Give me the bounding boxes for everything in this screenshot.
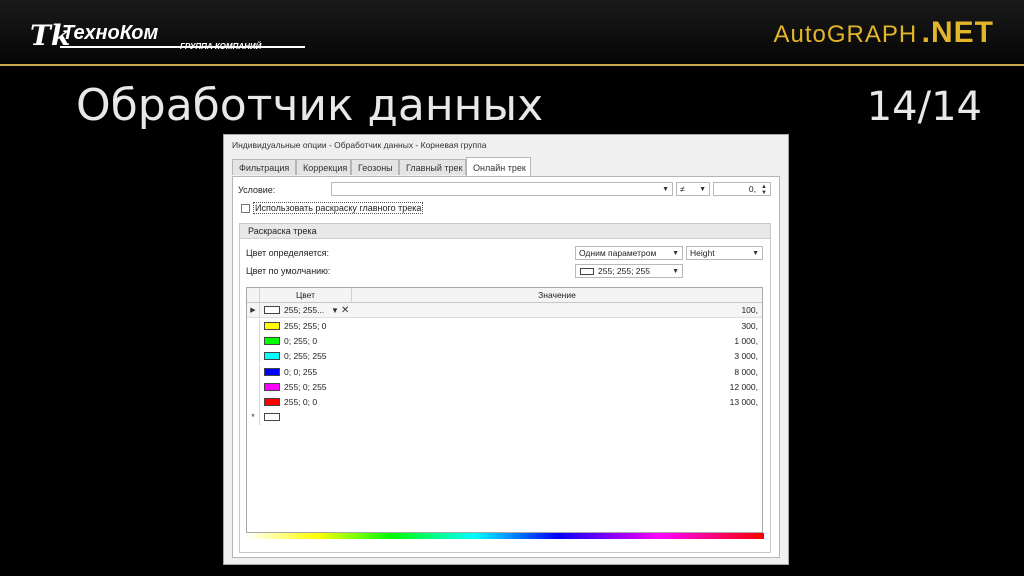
grid-header: Цвет Значение	[247, 288, 762, 303]
color-mode-value: Одним параметром	[579, 248, 657, 258]
color-cell[interactable]: 255; 255; 0	[284, 319, 327, 334]
technokom-name: ТехноКом	[62, 22, 159, 44]
value-spinner[interactable]: 0, ▲ ▼	[713, 182, 771, 196]
operator-select[interactable]: ≠ ▼	[676, 182, 710, 196]
close-icon[interactable]: ✕	[341, 303, 349, 318]
default-color-value: 255; 255; 255	[598, 266, 650, 276]
autograph-logo: AutoGRAPH .NET	[773, 16, 994, 50]
options-dialog: Индивидуальные опции - Обработчик данных…	[223, 134, 789, 565]
tab-main-track[interactable]: Главный трек	[399, 159, 466, 175]
color-cell[interactable]: 255; 0; 0	[284, 395, 317, 410]
use-main-color-checkbox[interactable]	[241, 204, 250, 213]
default-color-select[interactable]: 255; 255; 255 ▼	[575, 264, 683, 278]
color-cell[interactable]: 255; 255...	[284, 303, 324, 318]
value-cell[interactable]: 13 000,	[730, 395, 758, 410]
condition-label: Условие:	[238, 185, 276, 195]
table-row[interactable]: 0; 255; 255 3 000,	[247, 349, 762, 364]
row-pointer-icon: ▶	[247, 303, 260, 318]
chevron-down-icon[interactable]: ▼	[331, 303, 339, 318]
value-cell[interactable]: 300,	[741, 319, 758, 334]
spin-up-down-icon[interactable]: ▲ ▼	[761, 184, 767, 195]
color-swatch	[264, 398, 280, 406]
tab-filtering[interactable]: Фильтрация	[232, 159, 296, 175]
tab-geozones[interactable]: Геозоны	[351, 159, 399, 175]
group-title: Раскраска трека	[248, 226, 317, 236]
color-swatch	[264, 306, 280, 314]
autograph-net: .NET	[921, 16, 994, 49]
slide-page-number: 14/14	[866, 84, 982, 130]
operator-value: ≠	[680, 184, 685, 194]
value-cell[interactable]: 3 000,	[734, 349, 758, 364]
dialog-title: Индивидуальные опции - Обработчик данных…	[232, 140, 487, 150]
color-swatch	[264, 383, 280, 391]
chevron-down-icon: ▼	[662, 186, 669, 193]
table-row[interactable]: 0; 0; 255 8 000,	[247, 365, 762, 380]
technokom-subtitle: ГРУППА КОМПАНИЙ	[180, 42, 262, 51]
autograph-name: AutoGRAPH	[773, 21, 918, 48]
table-row[interactable]: 0; 255; 0 1 000,	[247, 334, 762, 349]
tab-correction[interactable]: Коррекция	[296, 159, 351, 175]
use-main-color-label[interactable]: Использовать раскраску главного трека	[253, 202, 424, 214]
table-row[interactable]: 255; 0; 0 13 000,	[247, 395, 762, 410]
color-gradient-bar	[246, 533, 764, 539]
new-row-marker: *	[247, 410, 260, 425]
chevron-down-icon: ▼	[752, 250, 759, 257]
value-cell[interactable]: 1 000,	[734, 334, 758, 349]
slide-title: Обработчик данных	[76, 80, 544, 131]
color-swatch	[264, 337, 280, 345]
grid-header-indicator	[247, 288, 260, 302]
spinner-value: 0,	[748, 184, 756, 194]
tab-online-track[interactable]: Онлайн трек	[466, 157, 531, 176]
track-color-group: Раскраска трека Цвет определяется: Одним…	[239, 223, 771, 553]
row-indicator	[247, 334, 260, 349]
color-cell[interactable]: 0; 0; 255	[284, 365, 317, 380]
color-grid: Цвет Значение ▶ 255; 255... ▼ ✕ 100, 255…	[246, 287, 763, 533]
default-color-label: Цвет по умолчанию:	[246, 266, 331, 276]
grid-header-value[interactable]: Значение	[352, 288, 762, 302]
new-row[interactable]: *	[247, 410, 762, 425]
grid-header-color[interactable]: Цвет	[260, 288, 352, 302]
row-indicator	[247, 365, 260, 380]
color-swatch	[264, 413, 280, 421]
header-bar: Tk ТехноКом ГРУППА КОМПАНИЙ AutoGRAPH .N…	[0, 0, 1024, 66]
row-indicator	[247, 395, 260, 410]
color-cell[interactable]: 0; 255; 255	[284, 349, 327, 364]
color-mode-select[interactable]: Одним параметром ▼	[575, 246, 683, 260]
param-value: Height	[690, 248, 715, 258]
color-swatch	[264, 368, 280, 376]
chevron-down-icon: ▼	[672, 268, 679, 275]
color-cell[interactable]: 255; 0; 255	[284, 380, 327, 395]
color-swatch	[264, 352, 280, 360]
group-header: Раскраска трека	[240, 224, 770, 239]
condition-select[interactable]: ▼	[331, 182, 673, 196]
chevron-down-icon: ▼	[699, 186, 706, 193]
table-row[interactable]: 255; 255; 0 300,	[247, 319, 762, 334]
color-swatch	[264, 322, 280, 330]
default-color-swatch	[580, 268, 594, 275]
chevron-down-icon: ▼	[672, 250, 679, 257]
technokom-mark: Tk	[30, 19, 71, 52]
color-cell[interactable]: 0; 255; 0	[284, 334, 317, 349]
param-select[interactable]: Height ▼	[686, 246, 763, 260]
table-row[interactable]: ▶ 255; 255... ▼ ✕ 100,	[247, 303, 762, 318]
online-track-panel: Условие: ▼ ≠ ▼ 0, ▲ ▼ Использовать раскра…	[232, 176, 780, 558]
color-determined-label: Цвет определяется:	[246, 248, 330, 258]
value-cell[interactable]: 12 000,	[730, 380, 758, 395]
row-indicator	[247, 380, 260, 395]
row-indicator	[247, 349, 260, 364]
table-row[interactable]: 255; 0; 255 12 000,	[247, 380, 762, 395]
value-cell[interactable]: 100,	[741, 303, 758, 318]
value-cell[interactable]: 8 000,	[734, 365, 758, 380]
row-indicator	[247, 319, 260, 334]
